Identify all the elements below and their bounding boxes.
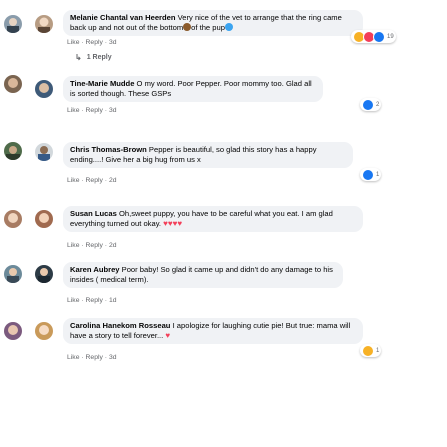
timestamp[interactable]: 3d	[109, 107, 117, 114]
avatar-carolina[interactable]	[35, 322, 53, 340]
like-link[interactable]: Like	[67, 177, 79, 184]
timestamp[interactable]: 3d	[109, 354, 117, 361]
comment-bubble: Carolina Hanekom Rosseau I apologize for…	[63, 318, 363, 344]
like-link[interactable]: Like	[67, 354, 79, 361]
separator: ·	[81, 242, 84, 249]
avatar-tine-marie[interactable]	[35, 80, 53, 98]
reaction-count: 1	[376, 171, 380, 178]
like-link[interactable]: Like	[67, 297, 79, 304]
avatar[interactable]	[4, 322, 22, 340]
avatar[interactable]	[4, 15, 22, 33]
comment-actions: Like · Reply · 1d	[67, 297, 117, 304]
separator: ·	[81, 177, 84, 184]
comment-actions: Like · Reply · 3d	[67, 39, 117, 46]
comment-author[interactable]: Tine-Marie Mudde	[70, 79, 134, 88]
avatar-susan[interactable]	[35, 210, 53, 228]
like-link[interactable]: Like	[67, 242, 79, 249]
avatar-karen[interactable]	[35, 265, 53, 283]
heart-emoji-icon: ♥	[165, 331, 171, 340]
timestamp[interactable]: 3d	[109, 39, 117, 46]
separator: ·	[81, 39, 84, 46]
avatar-melanie[interactable]	[35, 15, 53, 33]
timestamp[interactable]: 1d	[109, 297, 117, 304]
like-link[interactable]: Like	[67, 39, 79, 46]
heart-emoji-icon	[224, 23, 233, 31]
comment-actions: Like · Reply · 2d	[67, 177, 117, 184]
reply-arrow-icon: ↳	[75, 53, 82, 62]
reply-link[interactable]: Reply	[86, 177, 103, 184]
reaction-count: 2	[376, 101, 380, 108]
comment-bubble: Chris Thomas-Brown Pepper is beautiful, …	[63, 142, 353, 168]
avatar[interactable]	[4, 210, 22, 228]
haha-reaction-icon	[362, 98, 374, 111]
timestamp[interactable]: 2d	[109, 177, 117, 184]
view-replies[interactable]: ↳ 1 Reply	[75, 53, 112, 62]
comment-bubble: Melanie Chantal van Heerden Very nice of…	[63, 10, 363, 36]
comment-author[interactable]: Carolina Hanekom Rosseau	[70, 321, 170, 330]
haha-reaction-icon	[362, 344, 374, 357]
like-reaction-icon	[373, 30, 385, 43]
separator: ·	[104, 242, 108, 249]
separator: ·	[104, 39, 108, 46]
comment-bubble: Tine-Marie Mudde O my word. Poor Pepper.…	[63, 76, 323, 102]
reply-link[interactable]: Reply	[86, 107, 103, 114]
comment-bubble: Susan Lucas Oh,sweet puppy, you have to …	[63, 206, 363, 232]
reply-link[interactable]: Reply	[86, 297, 103, 304]
reaction-count: 19	[387, 33, 394, 40]
reaction-summary[interactable]: 1	[360, 344, 382, 357]
comment-author[interactable]: Karen Aubrey	[70, 265, 120, 274]
comment-actions: Like · Reply · 3d	[67, 354, 117, 361]
heart-emoji-icon: ♥♥♥♥	[163, 219, 183, 228]
comment-actions: Like · Reply · 3d	[67, 107, 117, 114]
separator: ·	[81, 107, 84, 114]
like-link[interactable]: Like	[67, 107, 79, 114]
avatar[interactable]	[4, 142, 22, 160]
separator: ·	[81, 354, 84, 361]
reaction-count: 1	[376, 347, 380, 354]
comment-text-cont: of the pup	[191, 23, 225, 32]
reply-link[interactable]: Reply	[86, 242, 103, 249]
reply-link[interactable]: Reply	[86, 39, 103, 46]
separator: ·	[104, 354, 108, 361]
avatar-chris[interactable]	[35, 143, 53, 161]
like-reaction-icon	[362, 168, 374, 181]
separator: ·	[104, 107, 108, 114]
comment-actions: Like · Reply · 2d	[67, 242, 117, 249]
comment-author[interactable]: Susan Lucas	[70, 209, 117, 218]
avatar[interactable]	[4, 75, 22, 93]
reaction-summary[interactable]: 2	[360, 98, 382, 111]
avatar[interactable]	[4, 265, 22, 283]
separator: ·	[104, 177, 108, 184]
reply-link[interactable]: Reply	[86, 354, 103, 361]
comment-bubble: Karen Aubrey Poor baby! So glad it came …	[63, 262, 343, 288]
timestamp[interactable]: 2d	[109, 242, 117, 249]
reaction-summary[interactable]: 1	[360, 168, 382, 181]
replies-label: 1 Reply	[86, 54, 112, 61]
separator: ·	[81, 297, 84, 304]
poop-emoji-icon	[183, 23, 192, 31]
comment-author[interactable]: Chris Thomas-Brown	[70, 145, 147, 154]
separator: ·	[104, 297, 108, 304]
reaction-summary[interactable]: 19	[351, 30, 396, 43]
comment-author[interactable]: Melanie Chantal van Heerden	[70, 13, 176, 22]
